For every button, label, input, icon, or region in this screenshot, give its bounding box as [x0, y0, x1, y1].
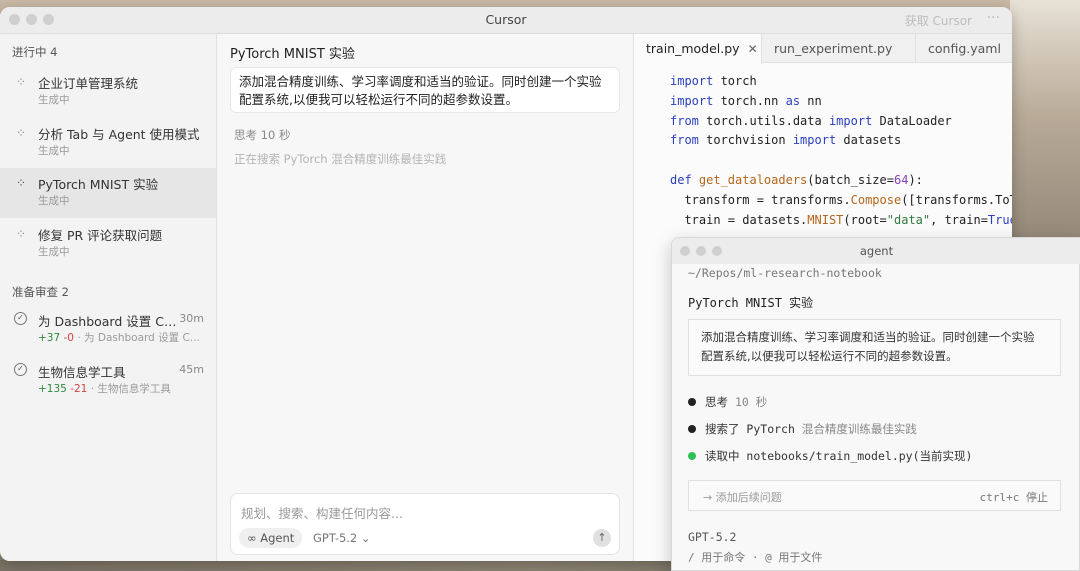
- code-line: import torch: [670, 74, 757, 88]
- tab-label: train_model.py: [646, 41, 740, 56]
- sidebar-item-fix-pr[interactable]: ⁘ 修复 PR 评论获取问题 生成中: [0, 219, 216, 269]
- item-title: PyTorch MNIST 实验: [38, 177, 159, 192]
- thinking-status[interactable]: 思考 10 秒: [234, 127, 290, 143]
- step-searched: 搜索了 PyTorch 混合精度训练最佳实践: [688, 421, 917, 437]
- code-line: import torch.nn as nn: [670, 93, 822, 108]
- deletions: -0: [63, 332, 74, 344]
- composer-input[interactable]: 规划、搜索、构建任何内容...: [241, 503, 403, 522]
- message-line: 配置系统,以便我可以轻松运行不同的超参数设置。: [239, 92, 518, 107]
- chat-panel: PyTorch MNIST 实验 添加混合精度训练、学习率调度和适当的验证。同时…: [218, 34, 633, 561]
- editor-tabs: train_model.py ✕ run_experiment.py config…: [634, 34, 1012, 64]
- code-line: transform = transforms.Compose([transfor…: [670, 192, 1012, 207]
- item-status: 生成中: [38, 246, 70, 258]
- sidebar-item-dashboard[interactable]: ✓ 为 Dashboard 设置 Cu... 30m +37 -0 · 为 Da…: [0, 305, 216, 355]
- repo-path: ~/Repos/ml-research-notebook: [688, 266, 882, 280]
- searching-status: 正在搜索 PyTorch 混合精度训练最佳实践: [234, 152, 447, 166]
- spinner-icon: ⁘: [15, 75, 27, 89]
- sidebar-item-bioinfo[interactable]: ✓ 生物信息学工具 45m +135 -21 · 生物信息学工具: [0, 356, 216, 406]
- chat-title: PyTorch MNIST 实验: [230, 47, 355, 62]
- terminal-model: GPT-5.2: [688, 530, 737, 544]
- tab-config[interactable]: config.yaml: [916, 34, 1012, 63]
- review-header: 准备审查 2: [12, 285, 69, 299]
- item-title: 修复 PR 评论获取问题: [38, 228, 163, 243]
- item-status: 生成中: [38, 145, 70, 157]
- tab-label: run_experiment.py: [774, 41, 893, 56]
- in-progress-header: 进行中 4: [12, 45, 58, 59]
- item-diff: +135 -21 · 生物信息学工具: [38, 381, 203, 396]
- terminal-title: agent: [859, 244, 894, 258]
- item-title: 企业订单管理系统: [38, 76, 139, 91]
- item-status: 生成中: [38, 195, 70, 207]
- send-button[interactable]: ↑: [593, 529, 611, 547]
- model-selector[interactable]: GPT-5.2 ⌄: [313, 531, 371, 545]
- item-desc: · 生物信息学工具: [90, 383, 171, 395]
- composer: 规划、搜索、构建任何内容... ∞ Agent GPT-5.2 ⌄ ↑: [230, 493, 620, 555]
- tab-label: config.yaml: [928, 41, 1001, 56]
- spinner-icon: ⁘: [15, 227, 27, 241]
- bullet-icon: [688, 398, 696, 406]
- spinner-icon: ⁘: [15, 176, 27, 190]
- agent-terminal-window: agent ~/Repos/ml-research-notebook PyTor…: [671, 237, 1080, 571]
- agent-mode-button[interactable]: ∞ Agent: [239, 528, 303, 548]
- item-diff: +37 -0 · 为 Dashboard 设置 C...: [38, 330, 203, 345]
- code-line: from torchvision import datasets: [670, 133, 902, 148]
- item-title: 生物信息学工具: [38, 365, 126, 380]
- sidebar-item-pytorch-mnist[interactable]: ⁘ PyTorch MNIST 实验 生成中: [0, 168, 216, 218]
- window-title: Cursor: [485, 12, 527, 27]
- more-icon[interactable]: ···: [987, 10, 1000, 26]
- terminal-user-message: 添加混合精度训练、学习率调度和适当的验证。同时创建一个实验 配置系统,以便我可以…: [688, 319, 1061, 376]
- code-line: def get_dataloaders(batch_size=64):: [670, 172, 923, 187]
- followup-input[interactable]: → 添加后续问题 ctrl+c 停止: [688, 480, 1061, 511]
- item-time: 30m: [179, 312, 204, 325]
- terminal-hint: / 用于命令 · @ 用于文件: [688, 551, 823, 564]
- terminal-title-bar: agent: [672, 238, 1080, 264]
- code-line: from torch.utils.data import DataLoader: [670, 113, 952, 128]
- item-desc: · 为 Dashboard 设置 C...: [77, 332, 200, 344]
- additions: +135: [38, 383, 67, 395]
- deletions: -21: [70, 383, 88, 395]
- message-line: 添加混合精度训练、学习率调度和适当的验证。同时创建一个实验: [701, 330, 1035, 344]
- mode-label: Agent: [260, 531, 295, 545]
- tab-run-experiment[interactable]: run_experiment.py: [762, 34, 916, 63]
- arrow-up-icon: ↑: [597, 531, 607, 544]
- item-status: 生成中: [38, 94, 70, 106]
- user-message: 添加混合精度训练、学习率调度和适当的验证。同时创建一个实验 配置系统,以便我可以…: [230, 67, 620, 113]
- item-title: 为 Dashboard 设置 Cu...: [38, 314, 178, 329]
- chevron-down-icon: ⌄: [360, 531, 371, 545]
- step-reading: 读取中 notebooks/train_model.py(当前实现): [688, 448, 972, 464]
- followup-placeholder: → 添加后续问题: [703, 491, 782, 504]
- sidebar: 进行中 4 ⁘ 企业订单管理系统 生成中 ⁘ 分析 Tab 与 Agent 使用…: [0, 34, 217, 561]
- check-circle-icon: ✓: [14, 363, 27, 376]
- check-circle-icon: ✓: [14, 312, 27, 325]
- infinity-icon: ∞: [247, 531, 257, 545]
- title-bar: Cursor 获取 Cursor ···: [0, 7, 1012, 34]
- step-thinking: 思考 10 秒: [688, 394, 767, 410]
- sidebar-item-tab-analysis[interactable]: ⁘ 分析 Tab 与 Agent 使用模式 生成中: [0, 118, 216, 168]
- get-cursor-link[interactable]: 获取 Cursor: [905, 12, 972, 29]
- close-icon[interactable]: ✕: [748, 42, 758, 56]
- message-line: 配置系统,以便我可以轻松运行不同的超参数设置。: [701, 349, 958, 363]
- terminal-heading: PyTorch MNIST 实验: [688, 296, 814, 310]
- bullet-icon: [688, 425, 696, 433]
- additions: +37: [38, 332, 61, 344]
- spinner-icon: ⁘: [15, 126, 27, 140]
- stop-hint: ctrl+c 停止: [979, 491, 1048, 504]
- message-line: 添加混合精度训练、学习率调度和适当的验证。同时创建一个实验: [239, 74, 602, 89]
- sidebar-item-order-system[interactable]: ⁘ 企业订单管理系统 生成中: [0, 67, 216, 117]
- code-line: train = datasets.MNIST(root="data", trai…: [670, 212, 1012, 227]
- model-label: GPT-5.2: [313, 531, 358, 545]
- item-time: 45m: [179, 363, 204, 376]
- tab-train-model[interactable]: train_model.py ✕: [634, 34, 762, 64]
- item-title: 分析 Tab 与 Agent 使用模式: [38, 127, 200, 142]
- active-bullet-icon: [688, 452, 696, 460]
- code-content[interactable]: import torch import torch.nn as nn from to…: [670, 72, 1012, 230]
